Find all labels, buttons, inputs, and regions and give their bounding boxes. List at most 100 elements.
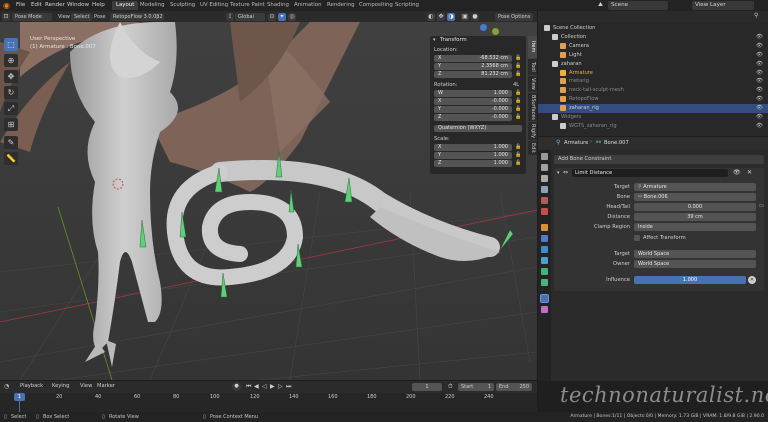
visibility-icon[interactable]: ◐ (427, 12, 435, 21)
shading-solid-icon[interactable]: ● (471, 12, 479, 21)
overlay-icon[interactable]: ◑ (447, 12, 455, 21)
bone-tab-icon[interactable] (541, 279, 548, 286)
next-key-icon[interactable]: ▷ (278, 383, 283, 390)
current-frame-field[interactable]: 1 (412, 383, 442, 391)
play-icon[interactable]: ▶ (270, 383, 275, 390)
tab-scripting[interactable]: Scripting (391, 1, 423, 10)
outliner-row[interactable]: metarig 👁 (538, 77, 768, 86)
bone-field[interactable]: ⚯ Bone.006 (634, 193, 756, 201)
measure-tool-icon[interactable]: 📏 (4, 152, 18, 165)
tab-layout[interactable]: Layout (112, 1, 139, 10)
lock-icon[interactable]: 🔓 (515, 114, 521, 121)
object-tab-icon[interactable] (541, 224, 548, 231)
texture-tab-icon[interactable] (541, 306, 548, 313)
visibility-eye-icon[interactable]: 👁 (756, 77, 763, 86)
visibility-eye-icon[interactable]: 👁 (756, 122, 763, 131)
location-z-field[interactable]: Z 81.232 cm (434, 71, 512, 78)
play-reverse-icon[interactable]: ◁ (262, 383, 267, 390)
owner-space-select[interactable]: World Space (634, 260, 756, 268)
lock-icon[interactable]: 🔓 (515, 160, 521, 167)
distance-field[interactable]: 39 cm (634, 213, 756, 221)
target-space-select[interactable]: World Space (634, 250, 756, 258)
pivot-icon[interactable]: ⊙ (268, 12, 276, 21)
add-bone-constraint-button[interactable]: Add Bone Constraint (554, 155, 764, 164)
menu-view[interactable]: View (80, 383, 92, 389)
end-frame-field[interactable]: End 250 (496, 383, 532, 391)
blender-logo-icon[interactable]: ◉ (3, 1, 11, 10)
transform-orientation-selector[interactable]: Global (235, 12, 265, 21)
panel-collapse-icon[interactable]: ▾ (433, 37, 436, 43)
affect-transform-checkbox[interactable] (634, 235, 640, 241)
location-x-field[interactable]: X -68.532 cm (434, 55, 512, 62)
outliner-row[interactable]: Collection 👁 (538, 33, 768, 42)
menu-pose[interactable]: Pose (91, 13, 109, 21)
menu-keying[interactable]: Keying (52, 383, 69, 389)
timeline-track[interactable]: 1 20 40 60 80 100 120 140 160 180 200 22… (0, 393, 537, 412)
location-y-field[interactable]: Y 2.3568 cm (434, 63, 512, 70)
autokey-icon[interactable]: ● (232, 382, 241, 391)
headtail-field[interactable]: 0.000 (634, 203, 756, 211)
tab-bsurfaces[interactable]: BSurfaces (528, 93, 537, 121)
orientation-icon[interactable]: ⟟ (226, 12, 234, 21)
scale-x-field[interactable]: X 1.000 (434, 144, 512, 151)
prev-key-icon[interactable]: ◀ (254, 383, 259, 390)
tab-item[interactable]: Item (528, 36, 537, 58)
tab-sculpting[interactable]: Sculpting (166, 1, 199, 10)
constraint-name-field[interactable]: Limit Distance (572, 169, 728, 177)
lock-icon[interactable]: 🔓 (515, 144, 521, 151)
clamp-region-select[interactable]: Inside (634, 223, 756, 231)
tab-modeling[interactable]: Modeling (136, 1, 169, 10)
retopoflow-menu[interactable]: RetopoFlow 3.0.0β2 (110, 12, 164, 21)
visibility-eye-icon[interactable]: 👁 (756, 95, 763, 104)
tab-shading[interactable]: Shading (263, 1, 293, 10)
visibility-eye-icon[interactable]: 👁 (756, 51, 763, 60)
disable-keep-temp-icon[interactable]: ✕ (748, 276, 756, 284)
render-tab-icon[interactable] (541, 164, 548, 171)
menu-select[interactable]: Select (71, 12, 93, 21)
influence-slider[interactable]: 1.000 (634, 276, 746, 284)
preview-range-icon[interactable]: ⏱ (448, 383, 453, 391)
outliner-row[interactable]: Widgets 👁 (538, 113, 768, 122)
constraint-tab-icon[interactable] (541, 257, 548, 264)
view-layer-selector[interactable]: View Layer (692, 1, 754, 10)
view-layer-tab-icon[interactable] (541, 186, 548, 193)
outliner-row[interactable]: WGTS_zaharan_rig 👁 (538, 122, 768, 131)
lock-icon[interactable]: 🔓 (515, 55, 521, 62)
lock-icon[interactable]: 🔓 (515, 98, 521, 105)
tab-edit[interactable]: Edit (528, 141, 537, 155)
xray-icon[interactable]: ▣ (461, 12, 469, 21)
menu-window[interactable]: Window (64, 1, 92, 10)
outliner-row[interactable]: zaharan 👁 (538, 60, 768, 69)
menu-marker[interactable]: Marker (97, 383, 115, 389)
output-tab-icon[interactable] (541, 175, 548, 182)
outliner-row[interactable]: Light 👁 (538, 51, 768, 60)
visibility-eye-icon[interactable]: 👁 (756, 86, 763, 95)
select-box-tool-icon[interactable]: ⬚ (4, 38, 18, 51)
constraint-delete-icon[interactable]: ✕ (747, 169, 752, 176)
snap-icon[interactable]: ⌖ (278, 12, 286, 21)
menu-help[interactable]: Help (89, 1, 108, 10)
lock-icon[interactable]: 🔓 (515, 71, 521, 78)
editor-type-icon[interactable]: ⊡ (2, 12, 10, 21)
rotation-x-field[interactable]: X -0.000 (434, 98, 512, 105)
visibility-eye-icon[interactable]: 👁 (756, 42, 763, 51)
outliner-row[interactable]: zaharan_rig 👁 (538, 104, 768, 113)
visibility-eye-icon[interactable]: 👁 (756, 69, 763, 78)
outliner-row[interactable]: RetopoFlow 👁 (538, 95, 768, 104)
mode-selector[interactable]: Pose Mode (12, 12, 52, 21)
gizmo-z-axis-icon[interactable] (480, 24, 487, 31)
scene-tab-icon[interactable] (541, 197, 548, 204)
tab-rigify[interactable]: Rigify (528, 122, 537, 140)
annotate-tool-icon[interactable]: ✎ (4, 136, 18, 149)
physics-tab-icon[interactable] (541, 246, 548, 253)
data-tab-icon[interactable] (541, 268, 548, 275)
lock-icon[interactable]: 🔓 (515, 90, 521, 97)
jump-end-icon[interactable]: ⏭ (286, 383, 291, 391)
expand-icon[interactable]: ▾ (557, 170, 560, 176)
move-tool-icon[interactable]: ✥ (4, 70, 18, 83)
timeline-editor-icon[interactable]: ◔ (4, 383, 9, 390)
rotation-z-field[interactable]: Z -0.000 (434, 114, 512, 121)
tab-view[interactable]: View (528, 76, 537, 92)
target-field[interactable]: ⚲ Armature (634, 183, 756, 191)
visibility-eye-icon[interactable]: 👁 (756, 104, 763, 113)
